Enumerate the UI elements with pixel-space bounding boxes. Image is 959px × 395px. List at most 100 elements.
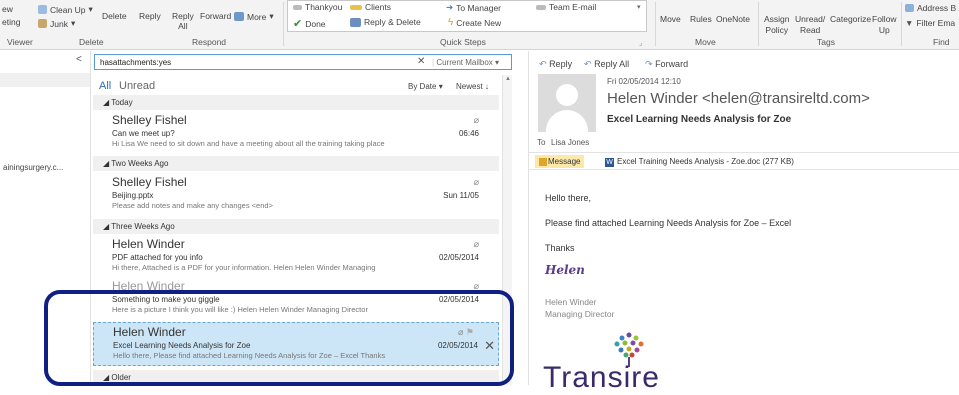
rules-button[interactable]: Rules [690, 14, 712, 24]
group-label-viewer: Viewer [7, 37, 33, 47]
group-label-respond: Respond [192, 37, 227, 47]
message-date: 02/05/2014 [438, 253, 479, 262]
attachment-icon: ⌀ [473, 115, 479, 125]
sort-order-toggle[interactable]: Newest ↓ [456, 82, 489, 91]
forward-action[interactable]: ↷ Forward [645, 59, 688, 70]
message-date: 06:46 [458, 129, 479, 138]
message-subject: Excel Learning Needs Analysis for Zoe [113, 341, 251, 350]
more-icon [234, 12, 244, 21]
group-label-find: Find [933, 37, 950, 47]
new-meeting-button[interactable]: ew [2, 4, 13, 14]
unread-read-button[interactable]: Unread/Read [795, 14, 825, 35]
recipient[interactable]: Lisa Jones [551, 138, 589, 147]
reading-pane: ↶ Reply ↶ Reply All ↷ Forward Fri 02/05/… [528, 51, 959, 394]
message-sender: Helen Winder [113, 325, 186, 339]
qs-team-email[interactable]: Team E-mail [536, 2, 596, 12]
message-list-pane: hasattachments:yes ✕ | Current Mailbox ▾… [92, 51, 514, 385]
collapse-folder-pane-button[interactable]: < [76, 54, 82, 65]
address-book-icon [905, 4, 914, 12]
list-item-selected[interactable]: Helen Winder Excel Learning Needs Analys… [93, 322, 499, 366]
group-label-move: Move [695, 37, 716, 47]
more-button[interactable]: More ▾ [234, 11, 274, 22]
delete-message-icon[interactable]: ✕ [484, 338, 495, 354]
ribbon: ew eting Clean Up ▾ Junk ▾ Delete Reply Re… [0, 0, 959, 50]
list-item[interactable]: Helen Winder PDF attached for you info H… [93, 235, 499, 279]
group-label-delete: Delete [79, 37, 104, 47]
sort-by-dropdown[interactable]: By Date ▾ [408, 82, 443, 91]
qs-clients[interactable]: Clients [350, 2, 391, 12]
message-preview: Hi there, Attached is a PDF for your inf… [112, 263, 376, 272]
filter-icon: ▼ [905, 18, 914, 28]
qs-scroll-button[interactable]: ▾ [637, 3, 641, 11]
team-mail-icon [536, 4, 546, 10]
message-datetime: Fri 02/05/2014 12:10 [607, 77, 681, 86]
message-subject: Can we meet up? [112, 129, 175, 138]
sender-avatar [538, 74, 596, 132]
clear-search-icon[interactable]: ✕ [417, 56, 425, 67]
list-item[interactable]: Shelley Fishel Beijing.pptx Please add n… [93, 173, 499, 217]
group-header[interactable]: ◢ Three Weeks Ago [93, 219, 499, 234]
message-date: 02/05/2014 [438, 295, 479, 304]
reply-delete-icon [350, 17, 361, 27]
address-book-button[interactable]: Address B [905, 3, 956, 13]
search-box[interactable]: hasattachments:yes ✕ | Current Mailbox ▾ [94, 54, 512, 70]
message-sender: Helen Winder [112, 279, 185, 293]
follow-up-button[interactable]: Follow Up [872, 14, 897, 35]
scroll-up-icon[interactable]: ▲ [504, 76, 512, 84]
move-button[interactable]: Move [660, 14, 681, 24]
clean-up-icon [38, 5, 47, 14]
message-date: Sun 11/05 [443, 191, 479, 200]
qs-to-manager[interactable]: ➔ To Manager [446, 2, 501, 13]
check-icon: ✔ [293, 18, 303, 30]
message-subject-heading: Excel Learning Needs Analysis for Zoe [607, 114, 792, 125]
group-header[interactable]: ◢ Older [93, 370, 499, 385]
filter-unread-tab[interactable]: Unread [119, 80, 155, 92]
search-scope-dropdown[interactable]: | Current Mailbox ▾ [432, 58, 499, 67]
reply-all-action[interactable]: ↶ Reply All [584, 59, 629, 70]
folder-row[interactable] [0, 73, 90, 87]
list-scrollbar[interactable]: ▲ [502, 75, 512, 385]
folder-pane: < ainingsurgery.c... [0, 51, 91, 385]
list-item[interactable]: Helen Winder Something to make you giggl… [93, 279, 499, 326]
attachment-bar: Message W Excel Training Needs Analysis -… [529, 152, 959, 170]
folder-item[interactable]: ainingsurgery.c... [0, 163, 90, 177]
reply-button[interactable]: Reply [139, 11, 161, 21]
attachment-icon: ⌀ [473, 281, 479, 291]
qs-create-new[interactable]: ϟ Create New [448, 17, 501, 28]
signature-line: Helen Winder [545, 297, 597, 307]
qs-reply-delete[interactable]: Reply & Delete [350, 17, 421, 27]
attachment-file[interactable]: W Excel Training Needs Analysis - Zoe.doc… [605, 157, 794, 167]
group-header[interactable]: ◢ Today [93, 95, 499, 110]
qs-done[interactable]: ✔ Done [293, 17, 326, 30]
flag-icon[interactable]: ⚑ [466, 327, 474, 337]
lightning-icon: ϟ [448, 17, 454, 28]
attachment-icon: ⌀ [473, 239, 479, 249]
qs-dialog-launcher-icon[interactable]: ⌟ [639, 39, 642, 47]
categorize-button[interactable]: Categorize [830, 14, 871, 24]
ribbon-divider [283, 2, 284, 46]
message-subject: PDF attached for you info [112, 253, 203, 262]
group-header[interactable]: ◢ Two Weeks Ago [93, 156, 499, 171]
arrow-icon: ➔ [446, 2, 454, 12]
forward-button[interactable]: Forward [200, 11, 231, 21]
search-input[interactable]: hasattachments:yes [100, 58, 171, 67]
ribbon-divider [655, 2, 656, 46]
message-sender-full[interactable]: Helen Winder <helen@transireltd.com> [607, 90, 870, 107]
list-item[interactable]: Shelley Fishel Can we meet up? Hi Lisa W… [93, 111, 499, 155]
word-doc-icon: W [605, 158, 614, 167]
signature-line: Managing Director [545, 309, 615, 319]
body-line: Hello there, [545, 193, 592, 203]
ribbon-divider [901, 2, 902, 46]
assign-policy-button[interactable]: Assign Policy [764, 14, 790, 35]
clean-up-button[interactable]: Clean Up ▾ [38, 4, 93, 15]
reply-action[interactable]: ↶ Reply [539, 59, 572, 70]
reply-icon: ↶ [539, 59, 547, 69]
message-preview: Hi Lisa We need to sit down and have a m… [112, 139, 385, 148]
qs-thankyou[interactable]: Thankyou [293, 2, 342, 12]
filter-email-button[interactable]: ▼ Filter Ema [905, 18, 955, 28]
filter-all-tab[interactable]: All [99, 80, 111, 92]
reply-all-button[interactable]: Reply All [172, 11, 194, 31]
junk-button[interactable]: Junk ▾ [38, 18, 75, 29]
delete-button[interactable]: Delete [102, 11, 127, 21]
onenote-button[interactable]: OneNote [716, 14, 750, 24]
